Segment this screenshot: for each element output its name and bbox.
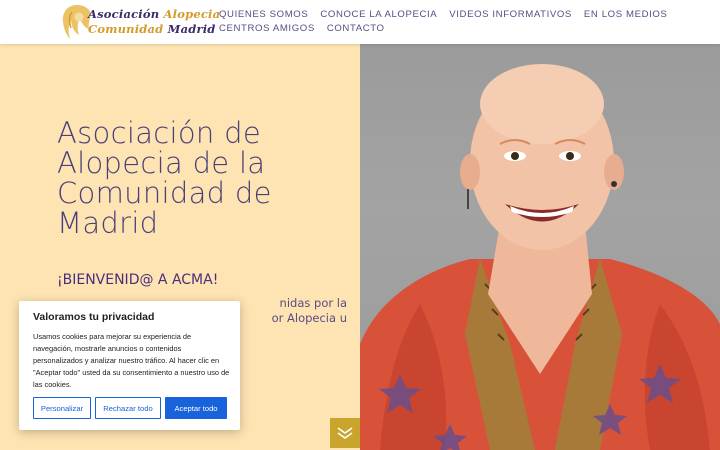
cookie-buttons: Personalizar Rechazar todo Aceptar todo [33, 397, 227, 419]
site-logo[interactable]: Asociación Alopecia Comunidad Madrid [58, 2, 220, 42]
nav-item-centros-amigos[interactable]: CENTROS AMIGOS [219, 23, 315, 34]
cookie-title: Valoramos tu privacidad [33, 311, 155, 323]
cookie-consent-banner: Valoramos tu privacidad Usamos cookies p… [19, 301, 240, 430]
nav-item-quienes-somos[interactable]: QUIENES SOMOS [219, 9, 308, 20]
accept-all-cookies-button[interactable]: Aceptar todo [165, 397, 227, 419]
hero-title-line: Alopecia de la [57, 146, 266, 180]
logo-word: Madrid [167, 22, 216, 36]
hero-title-line: Asociación de [57, 116, 261, 150]
hero-title-line: Comunidad de [57, 176, 272, 210]
scroll-down-button[interactable] [330, 418, 360, 448]
reject-all-cookies-button[interactable]: Rechazar todo [95, 397, 161, 419]
site-header: Asociación Alopecia Comunidad Madrid QUI… [0, 0, 720, 44]
nav-item-en-los-medios[interactable]: EN LOS MEDIOS [584, 9, 668, 20]
nav-item-videos-informativos[interactable]: VIDEOS INFORMATIVOS [449, 9, 572, 20]
chevron-double-down-icon [337, 427, 353, 439]
hero-title-line: Madrid [57, 206, 159, 240]
nav-item-conoce-la-alopecia[interactable]: CONOCE LA ALOPECIA [320, 9, 437, 20]
customize-cookies-button[interactable]: Personalizar [33, 397, 91, 419]
woman-portrait-image [360, 64, 720, 450]
hero-title: Asociación de Alopecia de la Comunidad d… [57, 118, 352, 238]
logo-word: Comunidad [88, 22, 164, 36]
nav-item-contacto[interactable]: CONTACTO [327, 23, 385, 34]
welcome-heading: ¡BIENVENID@ A ACMA! [57, 272, 219, 288]
cookie-description: Usamos cookies para mejorar su experienc… [33, 332, 230, 389]
nav-row: QUIENES SOMOS CONOCE LA ALOPECIA VIDEOS … [219, 7, 667, 21]
main-nav: QUIENES SOMOS CONOCE LA ALOPECIA VIDEOS … [219, 7, 667, 35]
nav-row: CENTROS AMIGOS CONTACTO [219, 21, 619, 35]
logo-word: Alopecia [163, 7, 221, 21]
logo-word: Asociación [88, 7, 160, 21]
hero-photo [360, 44, 720, 450]
